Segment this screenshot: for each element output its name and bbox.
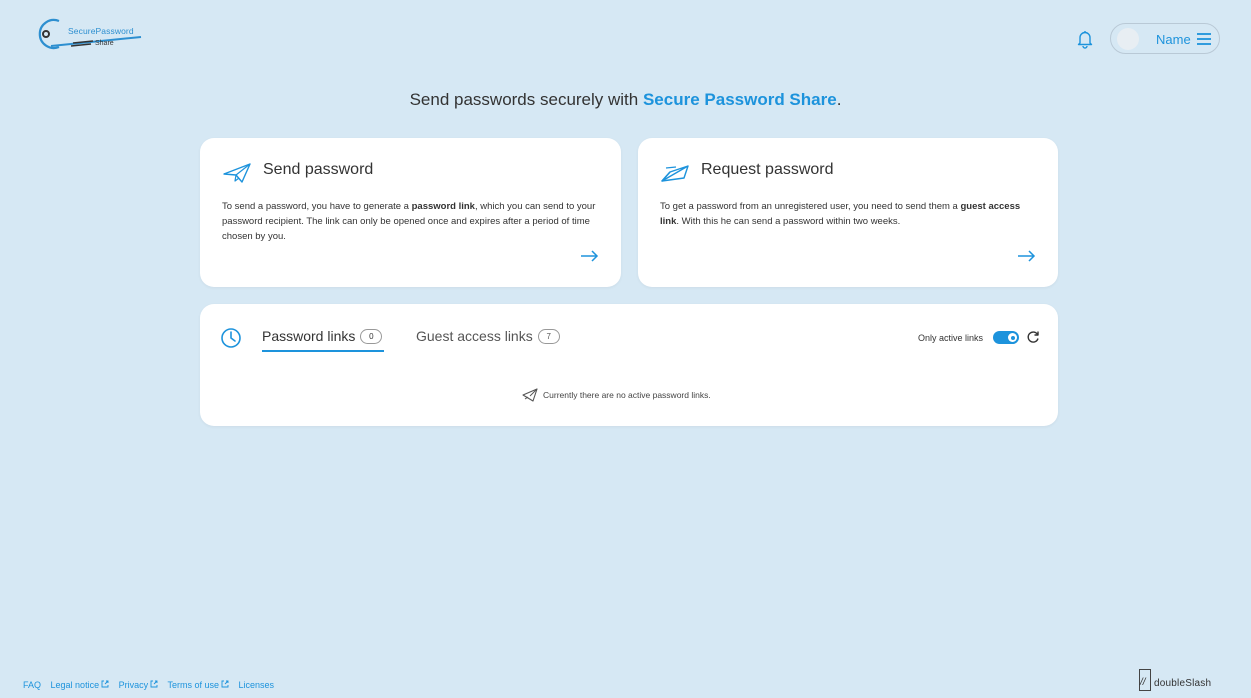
headline-prefix: Send passwords securely with xyxy=(409,90,643,109)
footer-link-terms[interactable]: Terms of use xyxy=(167,680,229,690)
send-password-title: Send password xyxy=(263,161,374,178)
footer-link-faq[interactable]: FAQ xyxy=(23,680,41,690)
guest-links-count-badge: 7 xyxy=(537,329,560,344)
send-password-card[interactable]: Send password To send a password, you ha… xyxy=(200,138,621,287)
password-links-count-badge: 0 xyxy=(360,329,383,344)
logo-subtext: Share xyxy=(95,40,114,47)
empty-message: Currently there are no active password l… xyxy=(543,390,711,400)
headline-suffix: . xyxy=(836,90,842,109)
avatar xyxy=(1117,28,1139,50)
footer-link-privacy[interactable]: Privacy xyxy=(119,680,159,690)
paper-plane-icon xyxy=(223,163,251,183)
user-menu-button[interactable]: Name xyxy=(1110,23,1220,54)
footer-link-licenses[interactable]: Licenses xyxy=(239,680,275,690)
refresh-icon[interactable] xyxy=(1026,330,1040,344)
footer-link-privacy-label: Privacy xyxy=(118,680,149,690)
bell-icon[interactable] xyxy=(1075,29,1095,49)
header: SecurePassword Share Name xyxy=(0,0,1251,70)
footer-links: FAQ Legal notice Privacy Terms of use Li… xyxy=(23,680,281,690)
arrow-right-icon[interactable] xyxy=(1016,248,1036,264)
request-password-title: Request password xyxy=(701,161,834,178)
doubleslash-logo: // doubleSlash xyxy=(1133,669,1243,693)
footer-link-legal-notice[interactable]: Legal notice xyxy=(51,680,110,690)
headline-brand: Secure Password Share xyxy=(642,90,837,109)
send-password-description: To send a password, you have to generate… xyxy=(222,199,602,244)
request-body-1: To get a password from an unregistered u… xyxy=(660,201,961,212)
toggle-dot xyxy=(1010,335,1015,340)
active-tab-indicator xyxy=(262,350,384,352)
tab-guest-access-links[interactable]: Guest access links 7 xyxy=(416,328,560,344)
footer-link-licenses-label: Licenses xyxy=(238,680,275,690)
footer-link-faq-label: FAQ xyxy=(23,680,42,690)
hamburger-menu-icon xyxy=(1197,33,1211,45)
only-active-toggle[interactable] xyxy=(993,331,1019,344)
request-password-card[interactable]: Request password To get a password from … xyxy=(638,138,1058,287)
request-body-2: . With this he can send a password withi… xyxy=(676,216,901,227)
external-link-icon xyxy=(101,680,109,688)
clock-icon xyxy=(221,328,241,348)
paper-plane-empty-icon xyxy=(522,388,538,402)
tab-password-links[interactable]: Password links 0 xyxy=(262,328,383,344)
send-body-bold: password link xyxy=(411,201,475,212)
external-link-icon xyxy=(150,680,158,688)
paper-plane-request-icon xyxy=(661,165,689,182)
logo-text: SecurePassword xyxy=(68,26,134,36)
page-title: Send passwords securely with Secure Pass… xyxy=(0,90,1251,110)
request-password-description: To get a password from an unregistered u… xyxy=(660,199,1040,229)
tab-guest-access-links-label: Guest access links xyxy=(416,328,533,344)
footer-link-legal-label: Legal notice xyxy=(50,680,100,690)
external-link-icon xyxy=(221,680,229,688)
tab-password-links-label: Password links xyxy=(262,328,356,344)
doubleslash-logo-text: doubleSlash xyxy=(1154,678,1212,689)
links-panel: Password links 0 Guest access links 7 Only… xyxy=(200,304,1058,426)
user-name: Name xyxy=(1156,32,1191,47)
doubleslash-logo-slashes: // xyxy=(1140,677,1146,688)
send-body-1: To send a password, you have to generate… xyxy=(222,201,412,212)
arrow-right-icon[interactable] xyxy=(579,248,599,264)
app-logo[interactable]: SecurePassword Share xyxy=(37,17,147,51)
only-active-label: Only active links xyxy=(918,333,984,343)
footer-link-terms-label: Terms of use xyxy=(167,680,219,690)
